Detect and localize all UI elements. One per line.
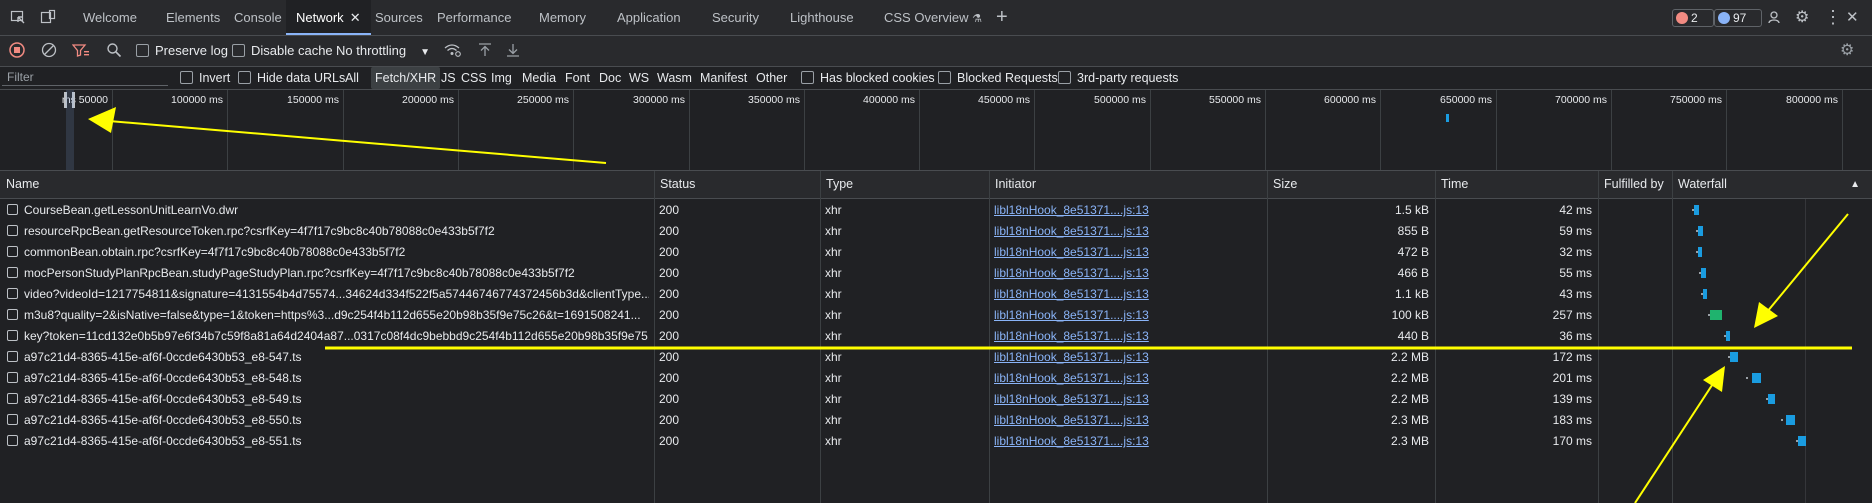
annotation-arrow-line: [1761, 213, 1849, 319]
annotation-arrowhead: [88, 107, 116, 133]
annotation-arrow-line: [1634, 375, 1719, 503]
annotation-arrowhead: [1703, 366, 1725, 392]
annotation-arrowhead: [1754, 302, 1778, 328]
annotation-arrow-line: [96, 119, 607, 164]
annotation-layer: [88, 107, 1852, 503]
